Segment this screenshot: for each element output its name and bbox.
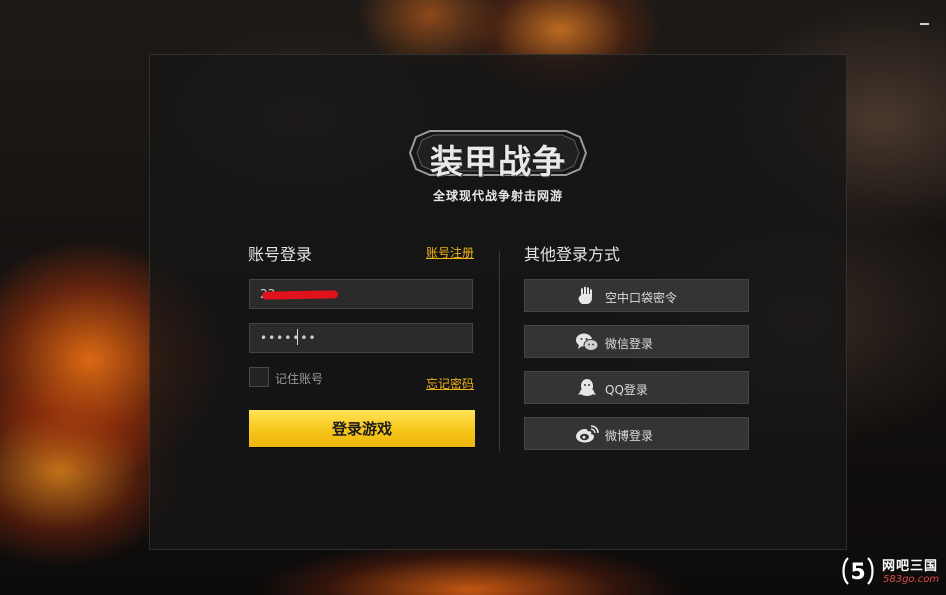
watermark-logo: 5 xyxy=(842,557,874,585)
redaction-mark xyxy=(261,290,339,300)
password-input[interactable]: ••••••• xyxy=(249,323,473,353)
logo-title-text: 装甲战争 xyxy=(430,142,566,181)
hand-icon xyxy=(578,286,592,304)
wechat-icon xyxy=(576,333,599,351)
remember-account-checkbox[interactable] xyxy=(249,367,269,387)
qq-icon xyxy=(578,379,596,396)
forgot-password-link[interactable]: 忘记密码 xyxy=(426,375,474,392)
game-logo: 装甲战争 全球现代战争射击网游 xyxy=(408,129,588,207)
logo-title: 装甲战争 xyxy=(408,129,588,181)
logo-slogan: 全球现代战争射击网游 xyxy=(432,189,563,203)
qq-login-button[interactable]: QQ登录 xyxy=(524,371,749,404)
wechat-login-button[interactable]: 微信登录 xyxy=(524,325,749,358)
qq-login-label: QQ登录 xyxy=(605,383,648,397)
text-caret xyxy=(297,329,298,345)
site-watermark: 5 网吧三国 583go.com xyxy=(840,552,944,592)
watermark-name: 网吧三国 xyxy=(882,559,939,574)
airpocket-code-button[interactable]: 空中口袋密令 xyxy=(524,279,749,312)
wechat-login-label: 微信登录 xyxy=(605,337,654,351)
remember-account-label: 记住账号 xyxy=(275,372,324,386)
minimize-icon[interactable] xyxy=(918,12,932,26)
login-panel: 装甲战争 全球现代战争射击网游 账号登录 账号注册 23 ••••••• 记住账… xyxy=(149,54,847,550)
watermark-logo-text: 5 xyxy=(850,560,865,585)
watermark-domain: 583go.com xyxy=(883,574,940,585)
account-login-title: 账号登录 xyxy=(248,245,313,264)
vertical-divider xyxy=(499,251,500,451)
weibo-login-button[interactable]: 微博登录 xyxy=(524,417,749,450)
weibo-login-label: 微博登录 xyxy=(605,429,654,443)
weibo-icon xyxy=(576,425,599,443)
register-link[interactable]: 账号注册 xyxy=(426,244,474,261)
other-login-title: 其他登录方式 xyxy=(524,245,621,264)
airpocket-code-label: 空中口袋密令 xyxy=(605,291,678,305)
login-window: 装甲战争 全球现代战争射击网游 账号登录 账号注册 23 ••••••• 记住账… xyxy=(0,0,946,595)
login-game-button[interactable]: 登录游戏 xyxy=(249,410,475,447)
